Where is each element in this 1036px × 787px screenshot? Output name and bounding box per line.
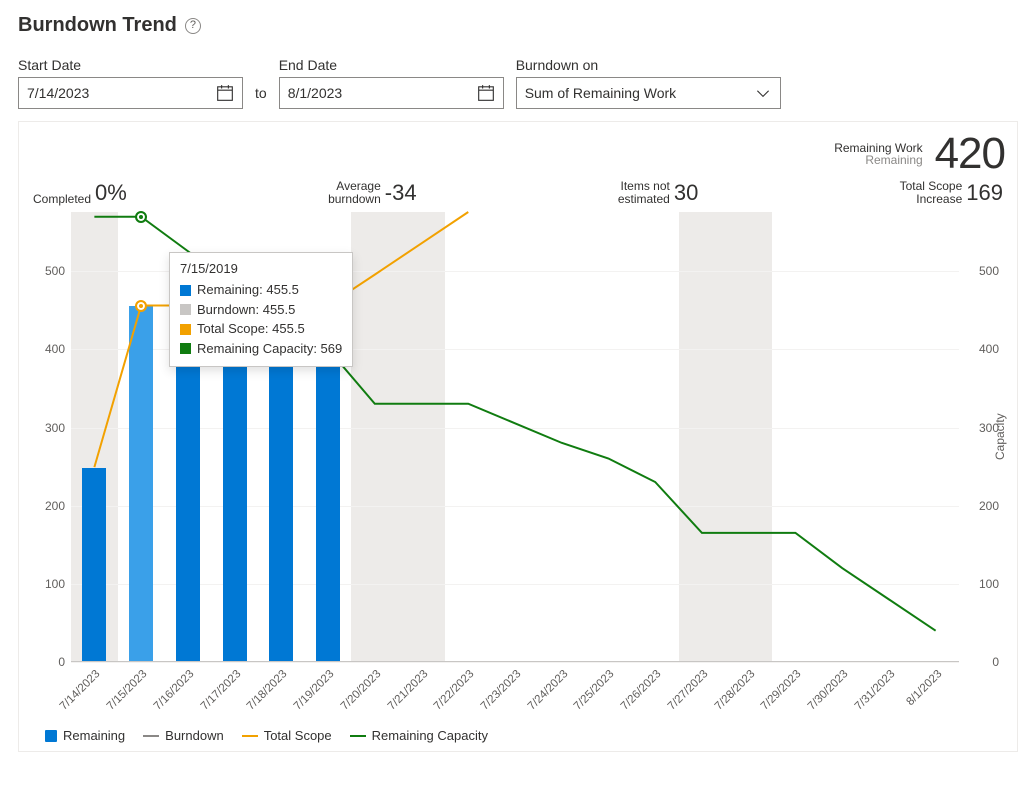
legend-remaining-label: Remaining <box>63 728 125 743</box>
end-date-input[interactable]: 8/1/2023 <box>279 77 504 109</box>
x-tick-label: 7/30/2023 <box>806 668 851 713</box>
x-tick-label: 7/18/2023 <box>245 668 290 713</box>
square-icon <box>180 285 191 296</box>
kpi-notest-l1: Items not <box>620 179 669 193</box>
kpi-remaining-work: Remaining Work Remaining 420 <box>31 132 1005 176</box>
y2-title: Capacity <box>993 212 1007 662</box>
x-tick-label: 7/29/2023 <box>759 668 804 713</box>
x-tick-label: 7/20/2023 <box>339 668 384 713</box>
square-icon <box>180 343 191 354</box>
tooltip-row: Remaining: 455.5 <box>180 280 342 300</box>
legend: Remaining Burndown Total Scope Remaining… <box>31 722 1005 743</box>
calendar-icon[interactable] <box>477 84 495 102</box>
chevron-down-icon <box>754 84 772 102</box>
x-tick-label: 7/27/2023 <box>666 668 711 713</box>
legend-total-scope[interactable]: Total Scope <box>242 728 332 743</box>
kpi-remaining-work-l2: Remaining <box>834 154 922 166</box>
legend-remaining-capacity[interactable]: Remaining Capacity <box>350 728 488 743</box>
x-tick-label: 7/26/2023 <box>619 668 664 713</box>
x-tick-label: 7/14/2023 <box>58 668 103 713</box>
line-icon <box>143 735 159 737</box>
page-title: Burndown Trend <box>18 14 177 37</box>
tooltip-row-label: Total Scope: 455.5 <box>197 319 305 339</box>
help-icon[interactable]: ? <box>185 18 201 34</box>
y-left-tick: 100 <box>45 577 65 591</box>
controls-row: Start Date 7/14/2023 to End Date 8/1/202… <box>18 57 1018 109</box>
kpi-avg-l2: burndown <box>328 192 381 206</box>
x-tick-label: 7/15/2023 <box>105 668 150 713</box>
y-left-tick: 300 <box>45 421 65 435</box>
square-icon <box>45 730 57 742</box>
end-date-value: 8/1/2023 <box>288 85 343 101</box>
y-left-tick: 500 <box>45 264 65 278</box>
y-left-tick: 0 <box>58 655 65 669</box>
y-left-tick: 200 <box>45 499 65 513</box>
square-icon <box>180 324 191 335</box>
x-tick-label: 7/28/2023 <box>712 668 757 713</box>
kpi-completed-value: 0% <box>95 180 127 206</box>
hover-point <box>135 300 147 312</box>
x-tick-label: 8/1/2023 <box>904 668 944 708</box>
legend-total-scope-label: Total Scope <box>264 728 332 743</box>
kpi-scope-value: 169 <box>966 180 1003 206</box>
square-icon <box>180 304 191 315</box>
to-text: to <box>255 85 267 109</box>
tooltip-row: Burndown: 455.5 <box>180 300 342 320</box>
x-tick-label: 7/17/2023 <box>198 668 243 713</box>
x-tick-label: 7/23/2023 <box>479 668 524 713</box>
tooltip-row: Total Scope: 455.5 <box>180 319 342 339</box>
hover-point <box>135 211 147 223</box>
tooltip-row: Remaining Capacity: 569 <box>180 339 342 359</box>
burndown-on-label: Burndown on <box>516 57 781 73</box>
kpi-completed: Completed 0% <box>33 180 127 206</box>
line-icon <box>242 735 258 737</box>
start-date-label: Start Date <box>18 57 243 73</box>
tooltip: 7/15/2019 Remaining: 455.5Burndown: 455.… <box>169 252 353 367</box>
x-tick-label: 7/24/2023 <box>526 668 571 713</box>
x-tick-label: 7/19/2023 <box>292 668 337 713</box>
chart-card: Remaining Work Remaining 420 Completed 0… <box>18 121 1018 752</box>
plot-area[interactable]: 7/15/2019 Remaining: 455.5Burndown: 455.… <box>71 212 959 662</box>
x-tick-label: 7/16/2023 <box>152 668 197 713</box>
burndown-on-dropdown[interactable]: Sum of Remaining Work <box>516 77 781 109</box>
kpi-notest-value: 30 <box>674 180 698 206</box>
end-date-label: End Date <box>279 57 504 73</box>
legend-remaining-capacity-label: Remaining Capacity <box>372 728 488 743</box>
x-axis: 7/14/20237/15/20237/16/20237/17/20237/18… <box>71 666 959 722</box>
kpi-avg-l1: Average <box>336 179 380 193</box>
legend-burndown-label: Burndown <box>165 728 224 743</box>
x-tick-label: 7/25/2023 <box>572 668 617 713</box>
kpi-scope-increase: Total Scope Increase 169 <box>900 180 1003 206</box>
plot-wrap: 0100200300400500 0100200300400500 Capaci… <box>31 212 1005 722</box>
calendar-icon[interactable] <box>216 84 234 102</box>
kpi-not-estimated: Items not estimated 30 <box>618 180 699 206</box>
legend-burndown[interactable]: Burndown <box>143 728 224 743</box>
legend-remaining[interactable]: Remaining <box>45 728 125 743</box>
x-tick-label: 7/31/2023 <box>853 668 898 713</box>
x-tick-label: 7/21/2023 <box>385 668 430 713</box>
tooltip-row-label: Burndown: 455.5 <box>197 300 295 320</box>
tooltip-title: 7/15/2019 <box>180 261 342 276</box>
tooltip-row-label: Remaining: 455.5 <box>197 280 299 300</box>
y-left-tick: 400 <box>45 342 65 356</box>
x-tick-label: 7/22/2023 <box>432 668 477 713</box>
start-date-value: 7/14/2023 <box>27 85 89 101</box>
y-left-axis: 0100200300400500 <box>31 212 71 662</box>
kpi-notest-l2: estimated <box>618 192 670 206</box>
kpi-remaining-work-value: 420 <box>935 132 1005 176</box>
kpi-avg-burndown: Average burndown -34 <box>328 180 417 206</box>
kpi-scope-l2: Increase <box>916 192 962 206</box>
kpi-scope-l1: Total Scope <box>900 179 963 193</box>
line-icon <box>350 735 366 737</box>
kpi-avg-value: -34 <box>385 180 417 206</box>
start-date-input[interactable]: 7/14/2023 <box>18 77 243 109</box>
kpi-completed-label: Completed <box>33 193 91 206</box>
tooltip-row-label: Remaining Capacity: 569 <box>197 339 342 359</box>
burndown-on-value: Sum of Remaining Work <box>525 85 676 101</box>
